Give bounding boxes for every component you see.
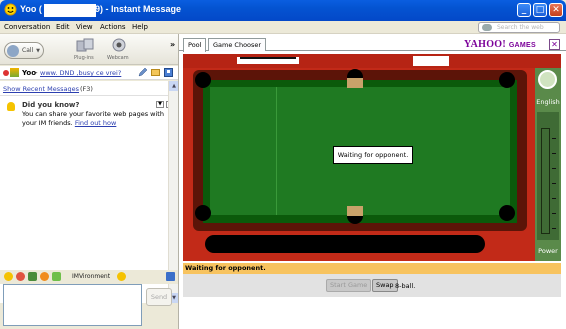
call-button[interactable]: Call ▼ bbox=[4, 42, 44, 59]
photo-share-icon[interactable] bbox=[52, 272, 61, 281]
swap-button[interactable]: Swap bbox=[372, 279, 398, 292]
webcam-label[interactable]: Webcam bbox=[107, 55, 129, 61]
imvironment-button[interactable]: IMVironment bbox=[72, 273, 110, 280]
menu-edit[interactable]: Edit bbox=[56, 23, 70, 31]
power-tick bbox=[552, 213, 556, 214]
web-search-input[interactable]: Search the web bbox=[478, 22, 560, 33]
close-window-button[interactable]: ✕ bbox=[549, 3, 563, 17]
player-one-slot bbox=[237, 57, 299, 64]
chevron-down-icon[interactable]: ▼ bbox=[36, 48, 40, 54]
game-mode-label: 8-ball. bbox=[395, 282, 416, 290]
divider bbox=[0, 95, 168, 96]
contact-info-icon[interactable] bbox=[164, 68, 173, 77]
contact-name: Yoo bbox=[22, 69, 37, 77]
yahoo-games-logo: YAHOO! GAMES bbox=[464, 39, 536, 50]
window-title-prefix: Yoo ( bbox=[20, 4, 42, 14]
tab-pool[interactable]: Pool bbox=[183, 38, 207, 52]
find-out-how-link[interactable]: Find out how bbox=[75, 119, 117, 127]
power-meter[interactable] bbox=[541, 128, 550, 234]
did-you-know-tip: Did you know? ▼ ✕ You can share your fav… bbox=[7, 101, 174, 128]
close-tab-button[interactable]: ✕ bbox=[549, 39, 560, 50]
kiss-emoticon-icon[interactable] bbox=[16, 272, 25, 281]
power-tick bbox=[552, 228, 556, 229]
start-game-button[interactable]: Start Game bbox=[326, 279, 372, 292]
edit-pencil-icon[interactable] bbox=[138, 68, 147, 77]
game-tabs: Pool Game Chooser YAHOO! GAMES ✕ bbox=[179, 34, 566, 52]
show-recent-messages-link[interactable]: Show Recent Messages bbox=[3, 85, 79, 93]
game-panel: Pool Game Chooser YAHOO! GAMES ✕ Waiting… bbox=[178, 34, 566, 329]
power-tick bbox=[552, 198, 556, 199]
emoticon-toolbar: IMVironment bbox=[0, 270, 178, 284]
recent-messages-shortcut: (F3) bbox=[80, 85, 93, 93]
menu-help[interactable]: Help bbox=[132, 23, 148, 31]
title-bar: Yoo ( 9) - Instant Message _ □ ✕ bbox=[0, 0, 566, 21]
contact-separator: - bbox=[35, 69, 38, 77]
head-string-line bbox=[276, 87, 277, 215]
power-tick bbox=[552, 168, 556, 169]
pocket bbox=[195, 72, 211, 88]
rail-marker bbox=[347, 206, 363, 216]
smiley-emoticon-icon[interactable] bbox=[4, 272, 13, 281]
search-placeholder: Search the web bbox=[497, 24, 544, 31]
message-input[interactable] bbox=[3, 284, 142, 326]
contact-avatar[interactable] bbox=[10, 68, 19, 77]
conversation-toolbar: Call ▼ Plug-ins Webcam » bbox=[0, 34, 178, 65]
menu-actions[interactable]: Actions bbox=[100, 23, 126, 31]
yahoo-brand: YAHOO! bbox=[464, 39, 506, 50]
game-status-line: Waiting for opponent. bbox=[183, 263, 561, 274]
pocket bbox=[195, 205, 211, 221]
plugins-label[interactable]: Plug-ins bbox=[74, 55, 94, 61]
call-label: Call bbox=[22, 47, 34, 54]
power-tick bbox=[552, 153, 556, 154]
menu-conversation[interactable]: Conversation bbox=[4, 23, 50, 31]
player-two-slot bbox=[413, 56, 449, 66]
window-title-suffix: 9) - Instant Message bbox=[95, 4, 182, 14]
pocket bbox=[499, 205, 515, 221]
pool-game: Waiting for opponent. English Power bbox=[183, 54, 561, 261]
search-icon bbox=[482, 24, 492, 31]
power-tick bbox=[552, 138, 556, 139]
player-bar bbox=[183, 54, 561, 68]
tab-game-chooser[interactable]: Game Chooser bbox=[208, 38, 267, 51]
contact-card-icon[interactable] bbox=[151, 68, 160, 77]
lightbulb-icon bbox=[7, 102, 15, 111]
tip-heading: Did you know? bbox=[22, 101, 80, 109]
maximize-button[interactable]: □ bbox=[533, 3, 547, 17]
power-tick bbox=[552, 183, 556, 184]
webcam-icon[interactable] bbox=[110, 38, 128, 53]
audible-icon[interactable] bbox=[40, 272, 49, 281]
shot-controls-sidebar: English Power bbox=[535, 68, 561, 261]
menu-view[interactable]: View bbox=[76, 23, 93, 31]
toolbar-more-button[interactable]: » bbox=[170, 40, 175, 49]
messenger-smiley-icon bbox=[4, 3, 17, 16]
imvironment-smiley-icon[interactable] bbox=[117, 272, 126, 281]
minimize-button[interactable]: _ bbox=[517, 3, 531, 17]
contact-status-link[interactable]: www. DND ,busy ce vrei? bbox=[40, 69, 121, 77]
chat-area bbox=[183, 297, 561, 329]
contact-list-icon[interactable] bbox=[166, 272, 175, 281]
menu-bar: Conversation Edit View Actions Help Sear… bbox=[0, 21, 566, 34]
plugins-icon[interactable] bbox=[76, 38, 94, 53]
busy-status-icon bbox=[3, 70, 9, 76]
english-cue-ball-control[interactable] bbox=[538, 70, 557, 89]
games-brand: GAMES bbox=[508, 42, 536, 49]
conversation-panel: Call ▼ Plug-ins Webcam » Yoo - www. DND … bbox=[0, 34, 179, 329]
rail-marker bbox=[347, 78, 363, 88]
text-format-icon[interactable] bbox=[28, 272, 37, 281]
waiting-dialog: Waiting for opponent. bbox=[333, 146, 413, 164]
phone-icon bbox=[7, 45, 19, 57]
pocket bbox=[499, 72, 515, 88]
contact-header: Yoo - www. DND ,busy ce vrei? bbox=[0, 66, 178, 80]
english-label: English bbox=[536, 98, 560, 106]
power-label: Power bbox=[538, 247, 558, 255]
game-controls: Start Game Swap 8-ball. bbox=[183, 274, 561, 297]
redacted-block bbox=[44, 4, 96, 17]
send-button[interactable]: Send bbox=[146, 288, 172, 306]
ball-return-gutter bbox=[205, 235, 485, 253]
tip-options-dropdown[interactable]: ▼ bbox=[156, 101, 164, 108]
